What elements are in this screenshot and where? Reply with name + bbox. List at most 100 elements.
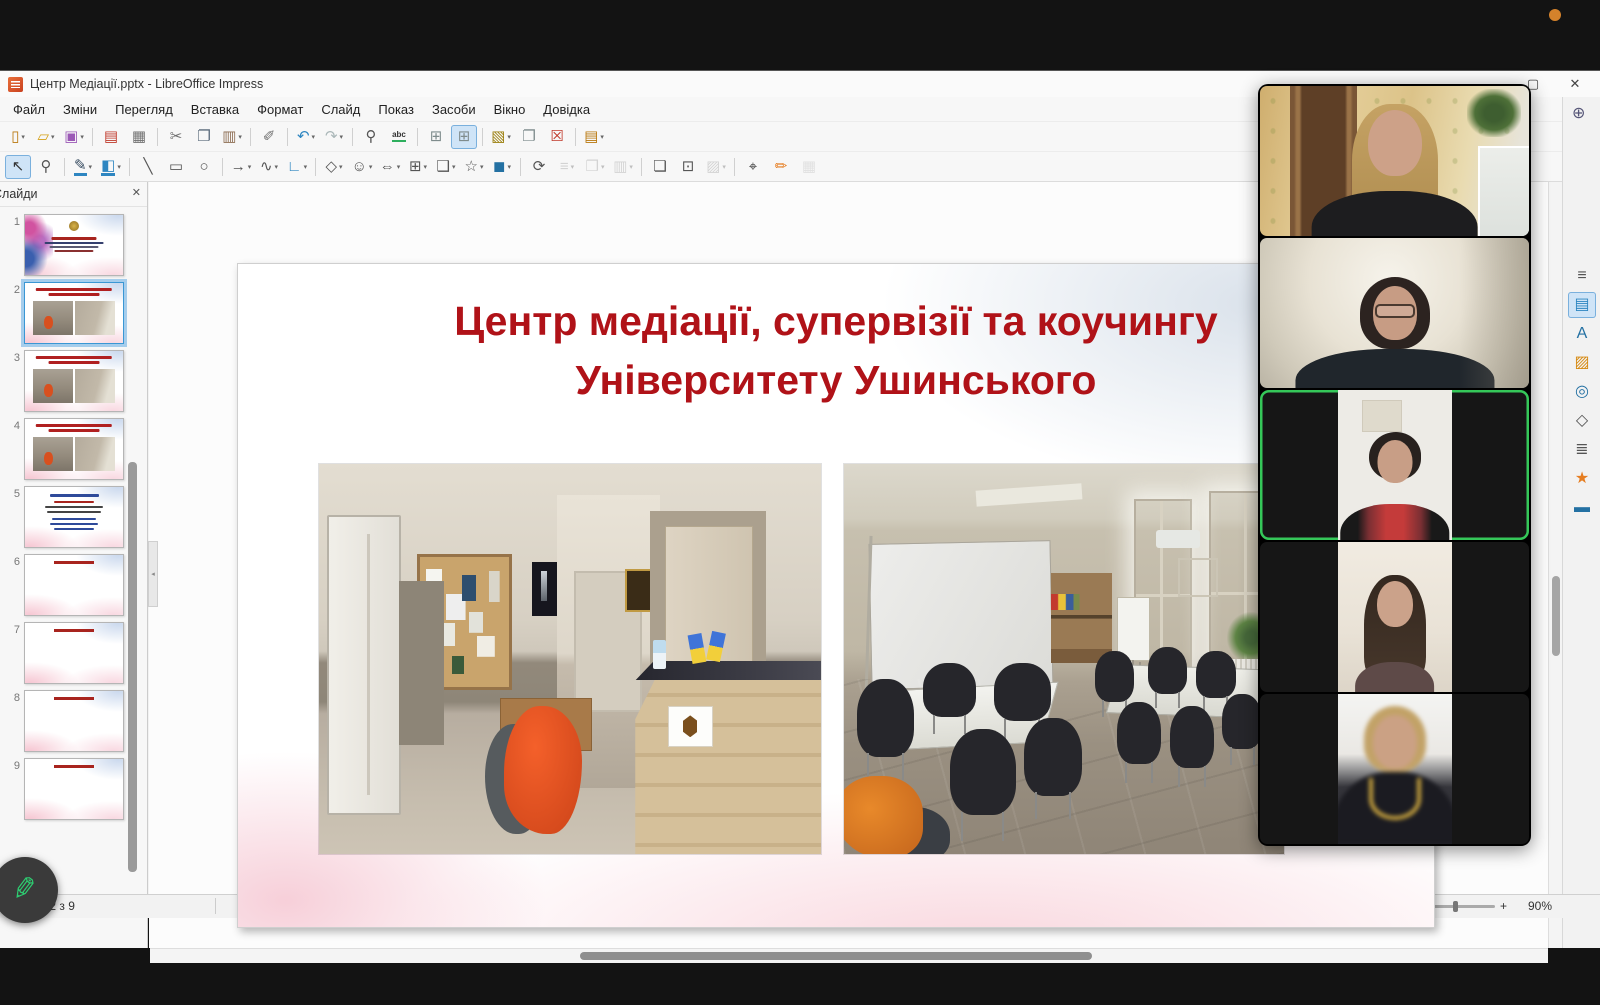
slide-thumbnail-5[interactable]: 5 bbox=[2, 486, 136, 548]
photo-classroom[interactable] bbox=[843, 463, 1285, 855]
horizontal-scrollbar-thumb[interactable] bbox=[580, 952, 1092, 960]
participant-video-4[interactable] bbox=[1260, 542, 1529, 692]
glue-points-button[interactable]: ✏ bbox=[768, 155, 794, 179]
participant-video-1[interactable] bbox=[1260, 86, 1529, 236]
undo-button[interactable]: ↶ ▾ bbox=[293, 125, 319, 149]
fill-color-dropdown-arrow[interactable]: ▾ bbox=[117, 163, 121, 171]
block-arrows-button[interactable]: ⇔ ▾ bbox=[377, 155, 403, 179]
align-objects-dropdown-arrow[interactable]: ▾ bbox=[571, 163, 575, 171]
open-button[interactable]: ▱ ▾ bbox=[33, 125, 59, 149]
flowchart-button[interactable]: ⊞ ▾ bbox=[405, 155, 431, 179]
connector-dropdown-arrow[interactable]: ▾ bbox=[304, 163, 308, 171]
menu-довідка[interactable]: Довідка bbox=[534, 99, 599, 120]
slide-thumbnail-9[interactable]: 9 bbox=[2, 758, 136, 820]
open-dropdown-arrow[interactable]: ▾ bbox=[51, 133, 55, 141]
sidebar-tab-gallery[interactable]: ▨ bbox=[1568, 350, 1596, 376]
find-replace-button[interactable]: ⚲ bbox=[358, 125, 384, 149]
sidebar-tab-sidebar-settings[interactable]: ≡ bbox=[1568, 263, 1596, 289]
slide-thumbnail-2[interactable]: 2 bbox=[2, 279, 136, 347]
select-button[interactable]: ↖ bbox=[5, 154, 31, 179]
slide-thumbnail-6[interactable]: 6 bbox=[2, 554, 136, 616]
new-document-dropdown-arrow[interactable]: ▾ bbox=[21, 133, 25, 141]
menu-показ[interactable]: Показ bbox=[369, 99, 423, 120]
callouts-button[interactable]: ❑ ▾ bbox=[433, 155, 459, 179]
copy-button[interactable]: ❐ bbox=[191, 125, 217, 149]
sidebar-tab-effects[interactable]: ★ bbox=[1568, 466, 1596, 492]
zoom-in-button[interactable]: + bbox=[1500, 899, 1507, 913]
sidebar-tab-master-slides[interactable]: ▬ bbox=[1568, 495, 1596, 521]
zoom-button[interactable]: ⚲ bbox=[33, 155, 59, 179]
menu-перегляд[interactable]: Перегляд bbox=[106, 99, 182, 120]
menu-зміни[interactable]: Зміни bbox=[54, 99, 106, 120]
3d-objects-dropdown-arrow[interactable]: ▾ bbox=[507, 163, 511, 171]
paste-dropdown-arrow[interactable]: ▾ bbox=[238, 133, 242, 141]
curve-button[interactable]: ∿ ▾ bbox=[256, 155, 282, 179]
zoom-slider-knob[interactable] bbox=[1453, 901, 1458, 912]
print-button[interactable]: ▦ bbox=[126, 125, 152, 149]
menu-формат[interactable]: Формат bbox=[248, 99, 312, 120]
globe-icon[interactable]: ⊕ bbox=[1572, 103, 1585, 123]
slides-panel-close-icon[interactable]: ✕ bbox=[132, 186, 141, 199]
menu-вікно[interactable]: Вікно bbox=[485, 99, 535, 120]
spelling-button[interactable]: abc bbox=[386, 125, 412, 149]
fill-color-button[interactable]: ◧ ▾ bbox=[98, 155, 124, 179]
zoom-slider[interactable] bbox=[1425, 901, 1495, 912]
stars-banners-button[interactable]: ☆ ▾ bbox=[461, 155, 487, 179]
photo-hallway-reception[interactable] bbox=[318, 463, 822, 855]
export-pdf-button[interactable]: ▤ bbox=[98, 125, 124, 149]
delete-slide-button[interactable]: ☒ bbox=[544, 125, 570, 149]
slide-thumbnail-8[interactable]: 8 bbox=[2, 690, 136, 752]
callouts-dropdown-arrow[interactable]: ▾ bbox=[452, 163, 456, 171]
crop-image-button[interactable]: ⊡ bbox=[675, 155, 701, 179]
horizontal-scrollbar[interactable] bbox=[150, 948, 1548, 963]
sidebar-tab-properties[interactable]: ▤ bbox=[1568, 292, 1596, 318]
block-arrows-dropdown-arrow[interactable]: ▾ bbox=[397, 163, 401, 171]
participant-video-3[interactable] bbox=[1260, 390, 1529, 540]
save-button[interactable]: ▣ ▾ bbox=[61, 125, 87, 149]
save-dropdown-arrow[interactable]: ▾ bbox=[80, 133, 84, 141]
new-document-button[interactable]: ▯ ▾ bbox=[5, 125, 31, 149]
line-color-dropdown-arrow[interactable]: ▾ bbox=[89, 163, 93, 171]
slide-title-text[interactable]: Центр медіації, супервізії та коучингу У… bbox=[238, 292, 1434, 411]
shadow-button[interactable]: ❏ bbox=[647, 155, 673, 179]
distribute-dropdown-arrow[interactable]: ▾ bbox=[629, 163, 633, 171]
line-color-button[interactable]: ✎ ▾ bbox=[70, 155, 96, 179]
slide[interactable]: Центр медіації, супервізії та коучингу У… bbox=[237, 263, 1435, 928]
rotate-button[interactable]: ⟳ bbox=[526, 155, 552, 179]
basic-shapes-dropdown-arrow[interactable]: ▾ bbox=[339, 163, 343, 171]
menu-файл[interactable]: Файл bbox=[4, 99, 54, 120]
duplicate-slide-button[interactable]: ❐ bbox=[516, 125, 542, 149]
cut-button[interactable]: ✂ bbox=[163, 125, 189, 149]
close-button[interactable]: ✕ bbox=[1554, 71, 1596, 97]
display-grid-button[interactable]: ⊞ bbox=[423, 125, 449, 149]
redo-button[interactable]: ↷ ▾ bbox=[321, 125, 347, 149]
slide-properties-button[interactable]: ▤ ▾ bbox=[581, 125, 607, 149]
sidebar-tab-styles[interactable]: A bbox=[1568, 321, 1596, 347]
display-views-button[interactable]: ▧ ▾ bbox=[488, 125, 514, 149]
display-views-dropdown-arrow[interactable]: ▾ bbox=[507, 133, 511, 141]
sidebar-tab-animation[interactable]: ≣ bbox=[1568, 437, 1596, 463]
participant-video-5[interactable] bbox=[1260, 694, 1529, 844]
stars-banners-dropdown-arrow[interactable]: ▾ bbox=[480, 163, 484, 171]
lines-arrows-button[interactable]: → ▾ bbox=[228, 155, 254, 179]
participant-video-2[interactable] bbox=[1260, 238, 1529, 388]
menu-слайд[interactable]: Слайд bbox=[312, 99, 369, 120]
undo-dropdown-arrow[interactable]: ▾ bbox=[312, 133, 316, 141]
sidebar-tab-shapes[interactable]: ◇ bbox=[1568, 408, 1596, 434]
redo-dropdown-arrow[interactable]: ▾ bbox=[340, 133, 344, 141]
vertical-scrollbar[interactable] bbox=[1548, 182, 1563, 948]
ellipse-button[interactable]: ○ bbox=[191, 155, 217, 179]
connector-button[interactable]: ∟ ▾ bbox=[284, 155, 310, 179]
flowchart-dropdown-arrow[interactable]: ▾ bbox=[424, 163, 428, 171]
snap-to-grid-button[interactable]: ⊞ bbox=[451, 124, 477, 149]
slide-thumbnail-1[interactable]: 1 bbox=[2, 214, 136, 276]
3d-objects-button[interactable]: ◼ ▾ bbox=[489, 155, 515, 179]
image-filter-dropdown-arrow[interactable]: ▾ bbox=[722, 163, 726, 171]
slide-thumbnail-4[interactable]: 4 bbox=[2, 418, 136, 480]
symbol-shapes-dropdown-arrow[interactable]: ▾ bbox=[369, 163, 373, 171]
insert-line-button[interactable]: ╲ bbox=[135, 155, 161, 179]
lines-arrows-dropdown-arrow[interactable]: ▾ bbox=[248, 163, 252, 171]
menu-засоби[interactable]: Засоби bbox=[423, 99, 485, 120]
slide-thumbnail-7[interactable]: 7 bbox=[2, 622, 136, 684]
vertical-scrollbar-thumb[interactable] bbox=[1552, 576, 1560, 656]
